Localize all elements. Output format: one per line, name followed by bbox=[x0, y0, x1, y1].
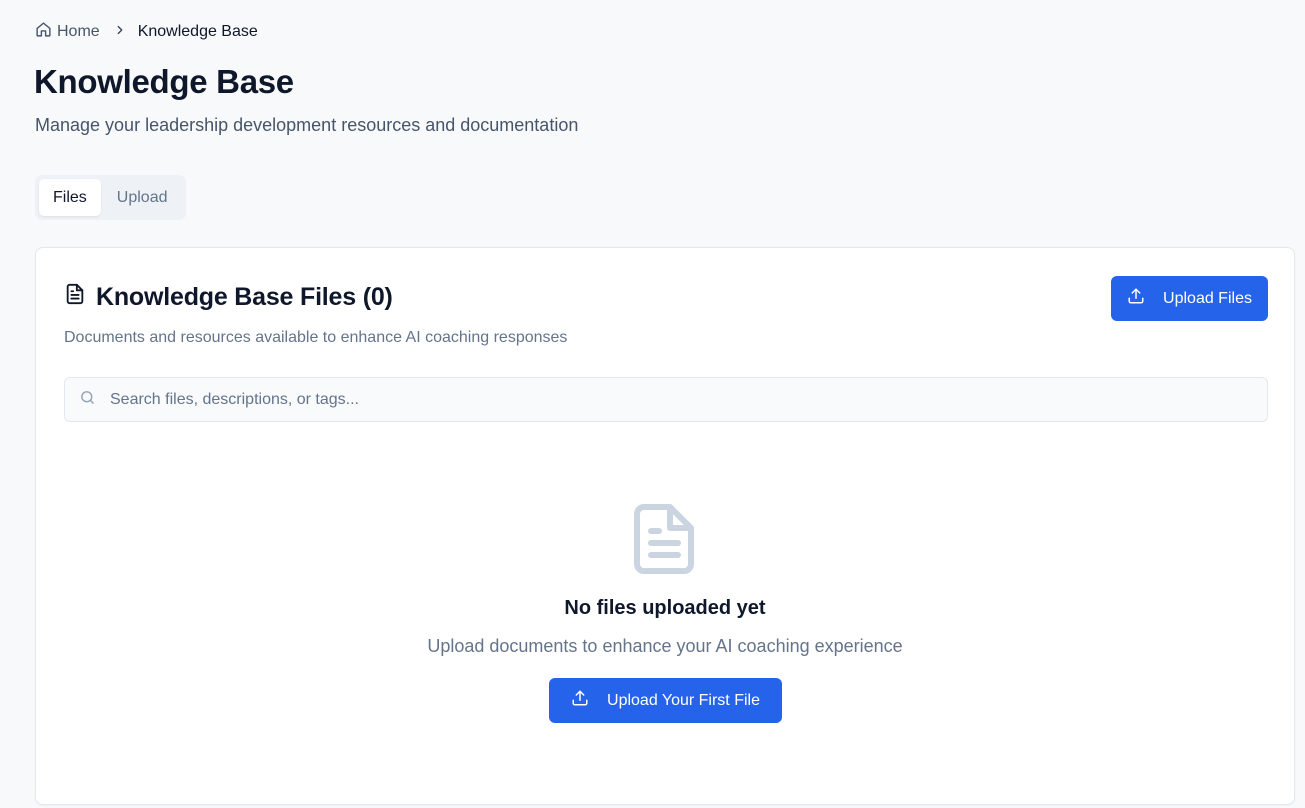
upload-files-label: Upload Files bbox=[1163, 289, 1252, 307]
breadcrumb-home-link[interactable]: Home bbox=[35, 21, 100, 43]
upload-icon bbox=[1127, 287, 1163, 310]
file-text-icon bbox=[632, 503, 696, 575]
file-text-icon bbox=[64, 283, 96, 312]
upload-first-file-label: Upload Your First File bbox=[607, 691, 760, 709]
search-bar bbox=[64, 377, 1268, 422]
upload-files-button[interactable]: Upload Files bbox=[1111, 276, 1268, 321]
card-title-text: Knowledge Base Files (0) bbox=[96, 283, 393, 311]
page-title: Knowledge Base bbox=[34, 63, 294, 100]
tab-list: Files Upload bbox=[35, 175, 186, 220]
card-title: Knowledge Base Files (0) bbox=[64, 283, 393, 312]
tab-files[interactable]: Files bbox=[39, 179, 101, 216]
home-icon bbox=[35, 21, 57, 43]
files-card: Knowledge Base Files (0) Documents and r… bbox=[35, 247, 1295, 805]
empty-state-title: No files uploaded yet bbox=[564, 597, 766, 619]
search-icon bbox=[65, 389, 96, 411]
upload-first-file-button[interactable]: Upload Your First File bbox=[549, 678, 782, 723]
page-subtitle: Manage your leadership development resou… bbox=[35, 115, 579, 135]
upload-icon bbox=[571, 689, 607, 712]
search-input[interactable] bbox=[110, 390, 1250, 409]
breadcrumb: Home Knowledge Base bbox=[35, 22, 258, 42]
breadcrumb-home-label: Home bbox=[57, 23, 100, 40]
chevron-right-icon bbox=[100, 23, 138, 42]
knowledge-base-page: Home Knowledge Base Knowledge Base Manag… bbox=[0, 0, 1305, 808]
empty-state-description: Upload documents to enhance your AI coac… bbox=[427, 636, 903, 656]
breadcrumb-current: Knowledge Base bbox=[137, 23, 258, 40]
tab-upload[interactable]: Upload bbox=[103, 179, 182, 216]
card-description: Documents and resources available to enh… bbox=[64, 329, 568, 346]
